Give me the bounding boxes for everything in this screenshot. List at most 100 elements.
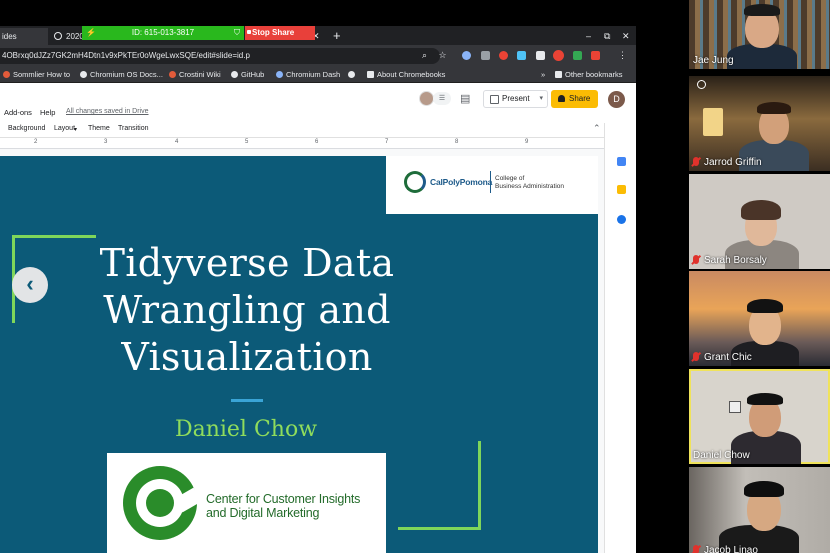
tasks-icon[interactable] [617,215,626,224]
ruler: 2 3 4 5 6 7 8 9 [0,138,604,149]
new-tab-button[interactable]: + [333,27,341,44]
bookmark-icon [276,71,283,78]
cci-line1: Center for Customer Insights [206,492,361,506]
video-tile[interactable]: Jacob Linao [689,467,830,553]
bookmark-item[interactable] [348,67,358,83]
folder-icon [555,71,562,78]
bookmark-item[interactable]: Chromium OS Docs... [80,67,163,83]
video-tile[interactable]: Grant Chic [689,271,830,366]
close-window-icon[interactable]: ✕ [622,28,630,45]
bookmarks-overflow-icon[interactable]: » [541,67,545,83]
extension-icon[interactable] [517,51,526,60]
search-icon[interactable]: ⌕ [419,50,430,61]
muted-mic-icon [693,545,699,553]
toolbar-theme[interactable]: Theme [88,125,110,132]
toolbar-background[interactable]: Background [8,125,45,132]
bookmark-label: About Chromebooks [377,70,446,79]
video-tile[interactable]: Jae Jung [689,0,830,69]
participant-name: Sarah Borsaly [693,255,767,266]
minimize-icon[interactable]: – [586,28,591,45]
ruler-mark: 2 [34,139,38,145]
ruler-mark: 5 [245,139,249,145]
maximize-icon[interactable]: ⧉ [604,28,610,45]
tab-slides-label: ides [2,32,17,41]
side-panel [604,123,636,553]
other-bookmarks[interactable]: Other bookmarks [555,67,623,83]
participant-name-text: Grant Chic [704,352,752,363]
bookmark-item[interactable]: Sommlier How to [3,67,70,83]
bookmark-item[interactable]: Chromium Dash [276,67,340,83]
video-tile[interactable]: Jarrod Griffin [689,76,830,171]
globe-icon [348,71,355,78]
save-status[interactable]: All changes saved in Drive [66,108,149,115]
user-avatar[interactable]: D [608,91,625,108]
extension-icon[interactable] [481,51,490,60]
stop-share-button[interactable]: Stop Share [245,26,315,40]
tab-slides[interactable]: ides [0,28,48,45]
bookmark-label: Chromium Dash [286,70,341,79]
menu-addons[interactable]: Add-ons [4,108,32,117]
collapse-icon[interactable]: ⌃ [593,123,601,134]
extension-icon[interactable] [573,51,582,60]
decor-frame [398,527,481,530]
participant-name: Jacob Linao [693,545,758,553]
video-tile[interactable]: Sarah Borsaly [689,174,830,269]
muted-mic-icon [693,255,699,264]
title-underline [231,399,263,402]
wall-frame [729,401,741,413]
extension-icon[interactable] [499,51,508,60]
participant-name-text: Jacob Linao [704,545,758,553]
ruler-mark: 8 [455,139,459,145]
participant-name: Jarrod Griffin [693,157,762,168]
toolbar-transition[interactable]: Transition [118,125,148,132]
kebab-menu-icon[interactable]: ⋮ [617,50,628,61]
lock-icon: ⚡ [86,28,96,37]
bookmark-icon [80,71,87,78]
screen-share-banner[interactable]: ⚡ ID: 615-013-3817 ⛉ [82,26,244,40]
bookmark-item[interactable]: Crostini Wiki [169,67,221,83]
shield-icon: ⛉ [234,28,240,37]
video-status-icon [697,80,706,89]
divider [490,171,491,193]
tab-bar: ides 2020 ✕ + – ⧉ ✕ ⚡ ID: 615-013-3817 ⛉… [0,26,636,45]
chevron-down-icon[interactable]: ▾ [539,91,543,107]
bookmark-item[interactable]: About Chromebooks [367,67,445,83]
keep-icon[interactable] [617,185,626,194]
extension-icon[interactable] [536,51,545,60]
extension-icon[interactable] [591,51,600,60]
video-tile-active-speaker[interactable]: Daniel Chow [689,369,830,464]
participant-name: Jae Jung [693,55,734,66]
slide: CalPolyPomona College of Business Admini… [0,156,598,553]
present-label: Present [502,94,530,103]
cci-logo-box: Center for Customer Insights and Digital… [107,453,386,553]
participant-name-text: Sarah Borsaly [704,255,767,266]
comment-icon[interactable]: ▤ [460,92,470,105]
bookmark-icon [3,71,10,78]
bookmark-item[interactable]: GitHub [231,67,264,83]
participant-name-text: Jarrod Griffin [704,157,762,168]
bookmark-label: Sommlier How to [13,70,71,79]
collaborator-avatar[interactable] [419,91,434,106]
participant-hair [747,299,783,313]
menu-help[interactable]: Help [40,108,55,117]
participant-hair [747,393,783,405]
participant-hair [744,4,780,16]
bookmark-icon [169,71,176,78]
bookmark-label: Chromium OS Docs... [90,70,163,79]
star-icon[interactable]: ☆ [437,50,448,61]
previous-slide-button[interactable]: ‹ [12,267,48,303]
shared-browser-window: ides 2020 ✕ + – ⧉ ✕ ⚡ ID: 615-013-3817 ⛉… [0,26,636,553]
chevron-down-icon[interactable]: ▾ [74,126,77,133]
calendar-icon[interactable] [617,157,626,166]
collaborator-more[interactable]: ☰ [433,92,451,105]
present-button[interactable]: Present ▾ [483,90,548,108]
extension-icon[interactable] [553,50,564,61]
extension-icon[interactable] [462,51,471,60]
lamp [703,108,723,136]
cci-name: Center for Customer Insights and Digital… [206,492,360,520]
cpp-college-line1: College of [495,175,525,182]
bookmark-label: Crostini Wiki [179,70,221,79]
address-bar[interactable]: 4OBrxq0dJZz7GK2mH4Dtn1v9xPkTEr0oWgeLwxSQ… [0,48,440,64]
share-button[interactable]: Share [551,90,598,108]
toolbar-layout[interactable]: Layout [54,125,75,132]
